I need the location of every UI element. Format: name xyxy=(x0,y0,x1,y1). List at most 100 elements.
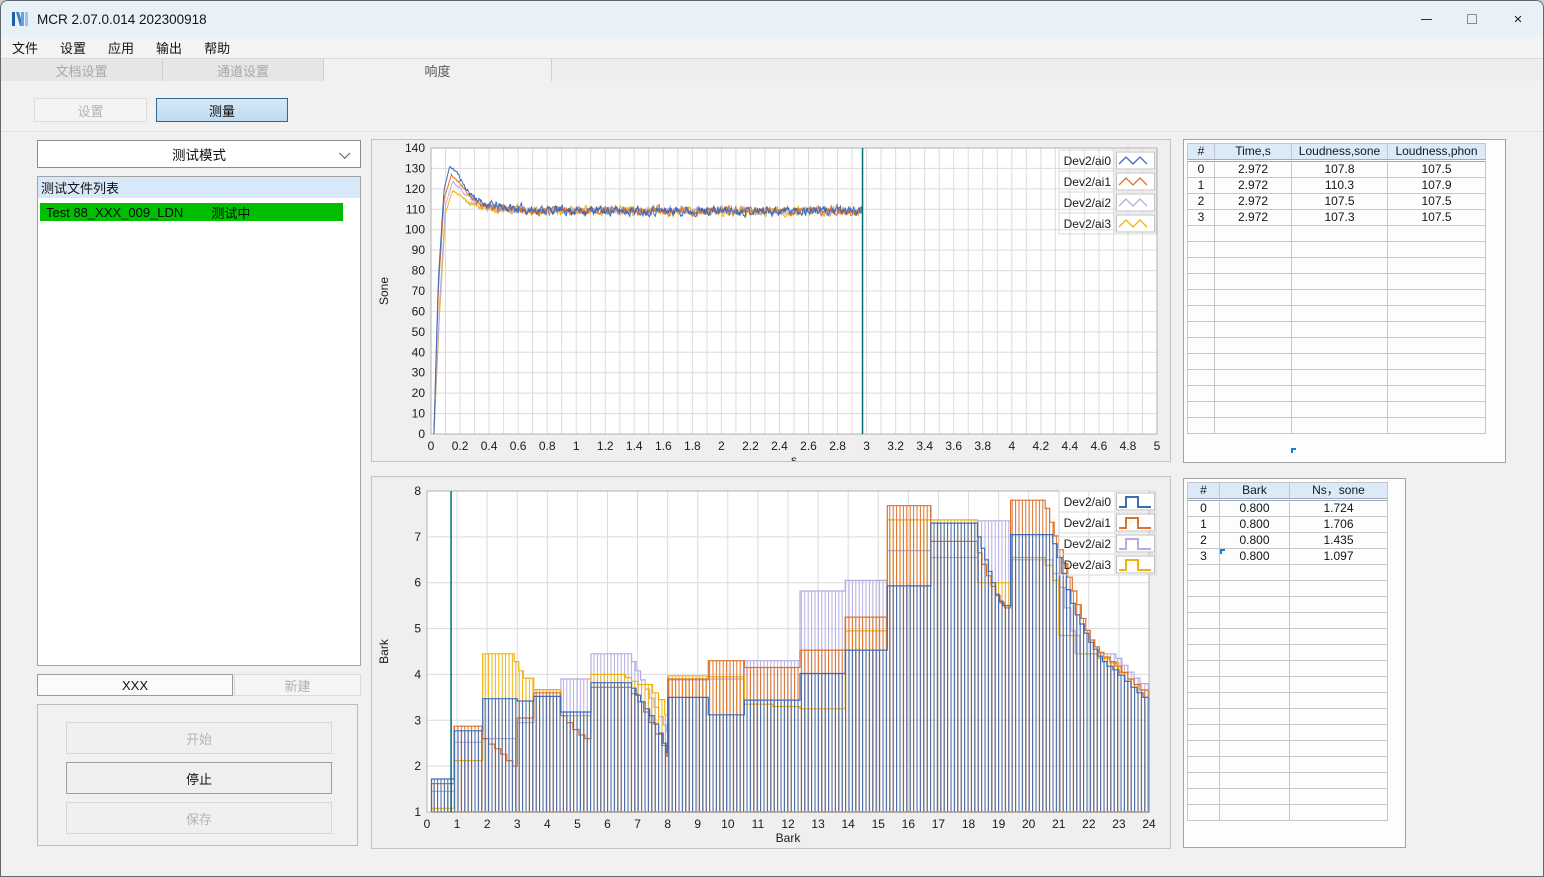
svg-text:3.2: 3.2 xyxy=(887,439,904,453)
table-row-empty xyxy=(1187,596,1388,613)
test-file-list-item[interactable]: Test 88_XXX_009_LDN 测试中 xyxy=(40,203,343,221)
new-button[interactable]: 新建 xyxy=(234,674,361,696)
svg-text:0.6: 0.6 xyxy=(510,439,527,453)
table-row: 2 0.800 1.435 xyxy=(1187,532,1388,549)
svg-text:Dev2/ai0: Dev2/ai0 xyxy=(1064,495,1112,509)
svg-text:2.2: 2.2 xyxy=(742,439,759,453)
svg-text:20: 20 xyxy=(412,386,426,400)
table-cell xyxy=(1187,225,1215,242)
svg-text:70: 70 xyxy=(412,284,426,298)
cell-caret xyxy=(1220,549,1225,554)
table-row-empty xyxy=(1187,273,1486,290)
table-cell xyxy=(1187,273,1215,290)
minimize-button[interactable] xyxy=(1403,1,1449,37)
table-cell xyxy=(1187,337,1215,354)
table-cell: 0 xyxy=(1187,499,1220,517)
maximize-button[interactable] xyxy=(1449,1,1495,37)
table-cell xyxy=(1291,417,1388,434)
table-row: 3 0.800 1.097 xyxy=(1187,548,1388,565)
svg-text:3: 3 xyxy=(414,713,421,727)
menu-item[interactable]: 应用 xyxy=(97,38,145,57)
table-row-empty xyxy=(1187,225,1486,242)
table-cell xyxy=(1387,305,1486,322)
table-cell xyxy=(1387,401,1486,418)
svg-text:0.8: 0.8 xyxy=(539,439,556,453)
svg-text:0: 0 xyxy=(428,439,435,453)
table-cell: 107.5 xyxy=(1387,209,1486,226)
table-cell: 0.800 xyxy=(1219,548,1290,565)
svg-text:4.8: 4.8 xyxy=(1120,439,1137,453)
test-mode-value: 测试模式 xyxy=(172,148,226,163)
main-tab[interactable]: 文档设置 xyxy=(1,59,163,81)
menu-item[interactable]: 帮助 xyxy=(193,38,241,57)
menu-item[interactable]: 文件 xyxy=(1,38,49,57)
table-row-empty xyxy=(1187,724,1388,741)
table-cell xyxy=(1219,660,1290,677)
menu-item[interactable]: 设置 xyxy=(49,38,97,57)
close-icon: × xyxy=(1513,10,1523,28)
svg-text:12: 12 xyxy=(781,817,795,831)
table-row-empty xyxy=(1187,289,1486,306)
svg-text:Sone: Sone xyxy=(377,277,391,305)
table-cell xyxy=(1289,628,1388,645)
loudness-time-chart[interactable]: 0 10 20 30 40 50 60 70 80 90 100 110 120 130 140 0 0.2 0.… xyxy=(372,140,1170,467)
test-mode-dropdown[interactable]: 测试模式 xyxy=(37,140,361,168)
table-cell xyxy=(1289,612,1388,629)
svg-text:100: 100 xyxy=(405,223,425,237)
table-cell xyxy=(1187,401,1215,418)
svg-text:Dev2/ai3: Dev2/ai3 xyxy=(1064,217,1112,231)
xxx-button[interactable]: XXX xyxy=(37,674,233,696)
table-cell: 107.3 xyxy=(1291,209,1388,226)
start-button[interactable]: 开始 xyxy=(66,722,332,754)
table-row-empty xyxy=(1187,401,1486,418)
table-cell xyxy=(1219,788,1290,805)
svg-text:10: 10 xyxy=(721,817,735,831)
table-cell xyxy=(1219,756,1290,773)
table-cell xyxy=(1291,337,1388,354)
table-cell: 0.800 xyxy=(1219,516,1290,533)
table-cell xyxy=(1289,596,1388,613)
table-cell xyxy=(1214,385,1292,402)
svg-text:4.6: 4.6 xyxy=(1091,439,1108,453)
table-cell xyxy=(1291,225,1388,242)
specific-loudness-chart[interactable]: 123456780 1 2 3 4 5 6 7 8 9 10 11 12 13 14 15 16 17 18 19 20… xyxy=(372,477,1170,848)
tab-settings[interactable]: 设置 xyxy=(34,98,147,122)
control-button-panel: 开始 停止 保存 xyxy=(37,704,358,846)
svg-text:5: 5 xyxy=(414,622,421,636)
close-button[interactable]: × xyxy=(1495,1,1541,37)
bark-table: # Bark Ns，sone 0 0.800 1.724 1 0.800 1.706 2 0.800… xyxy=(1187,482,1388,821)
table-row-empty xyxy=(1187,708,1388,725)
menu-item[interactable]: 输出 xyxy=(145,38,193,57)
svg-text:Dev2/ai2: Dev2/ai2 xyxy=(1064,196,1112,210)
column-header: # xyxy=(1187,482,1220,501)
table-cell: 2 xyxy=(1187,532,1220,549)
stop-button[interactable]: 停止 xyxy=(66,762,332,794)
table-cell xyxy=(1387,417,1486,434)
svg-text:2: 2 xyxy=(484,817,491,831)
table-cell xyxy=(1387,337,1486,354)
tab-measure[interactable]: 测量 xyxy=(156,98,288,122)
table-row-empty xyxy=(1187,660,1388,677)
table-cell: 2.972 xyxy=(1214,177,1292,194)
table-row-empty xyxy=(1187,417,1486,434)
svg-text:4.2: 4.2 xyxy=(1032,439,1049,453)
chevron-down-icon xyxy=(339,147,351,159)
table-row-empty xyxy=(1187,804,1388,821)
svg-text:5: 5 xyxy=(1154,439,1161,453)
table-cell xyxy=(1187,369,1215,386)
table-cell xyxy=(1289,564,1388,581)
svg-text:1.8: 1.8 xyxy=(684,439,701,453)
loudness-table: # Time,s Loudness,sone Loudness,phon 0 2.972 1… xyxy=(1187,143,1486,434)
table-cell xyxy=(1187,772,1220,789)
table-cell xyxy=(1219,772,1290,789)
svg-text:22: 22 xyxy=(1082,817,1096,831)
table-cell xyxy=(1289,708,1388,725)
save-button[interactable]: 保存 xyxy=(66,802,332,834)
tab-strip: 文档设置 通道设置 响度 xyxy=(1,58,1543,81)
bark-table-panel: # Bark Ns，sone 0 0.800 1.724 1 0.800 1.706 2 0.800… xyxy=(1183,478,1406,848)
main-tab[interactable]: 通道设置 xyxy=(163,59,324,81)
main-tab[interactable]: 响度 xyxy=(324,59,552,81)
loudness-table-panel: # Time,s Loudness,sone Loudness,phon 0 2.972 1… xyxy=(1183,139,1506,463)
app-logo-icon xyxy=(12,12,28,26)
table-cell xyxy=(1214,369,1292,386)
